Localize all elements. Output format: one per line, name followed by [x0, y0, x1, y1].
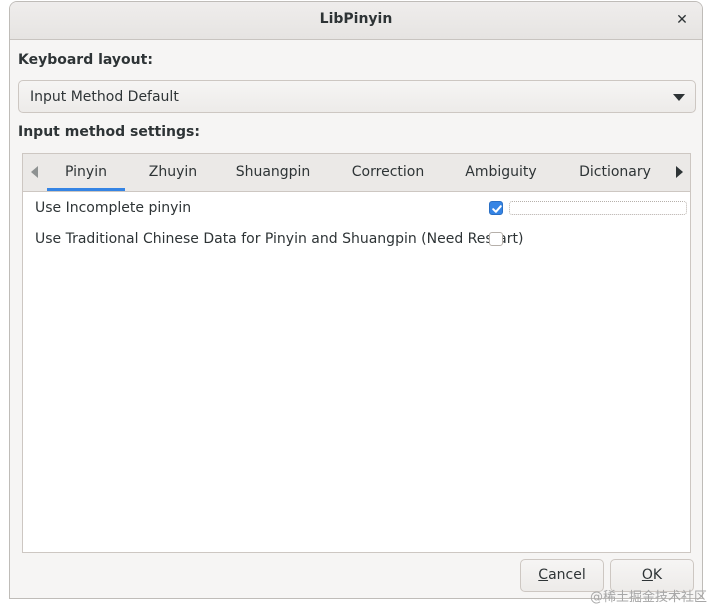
- cancel-label: ancel: [548, 567, 586, 583]
- titlebar: LibPinyin ✕: [10, 2, 702, 40]
- tab-correction[interactable]: Correction: [337, 154, 439, 191]
- ok-label: K: [652, 567, 663, 583]
- input-method-settings-label: Input method settings:: [18, 124, 200, 140]
- incomplete-pinyin-label: Use Incomplete pinyin: [35, 200, 192, 216]
- dialog-window: LibPinyin ✕ Keyboard layout: Input Metho…: [9, 1, 703, 599]
- option-trough: [509, 201, 687, 215]
- incomplete-pinyin-checkbox[interactable]: [489, 201, 503, 215]
- traditional-chinese-label: Use Traditional Chinese Data for Pinyin …: [35, 231, 524, 247]
- tab-shuangpin[interactable]: Shuangpin: [223, 154, 323, 191]
- keyboard-layout-combo[interactable]: Input Method Default: [18, 80, 696, 113]
- tab-bar: Pinyin Zhuyin Shuangpin Correction Ambig…: [23, 154, 690, 192]
- keyboard-layout-value: Input Method Default: [30, 89, 179, 105]
- tab-dictionary[interactable]: Dictionary: [565, 154, 665, 191]
- traditional-chinese-checkbox[interactable]: [489, 232, 503, 246]
- chevron-down-icon: [673, 94, 685, 101]
- tab-ambiguity[interactable]: Ambiguity: [453, 154, 549, 191]
- tab-zhuyin[interactable]: Zhuyin: [135, 154, 211, 191]
- tab-pinyin[interactable]: Pinyin: [47, 154, 125, 191]
- close-icon[interactable]: ✕: [670, 8, 694, 32]
- keyboard-layout-label: Keyboard layout:: [18, 52, 153, 68]
- chevron-right-icon[interactable]: [676, 166, 683, 178]
- ok-mnemonic: O: [641, 567, 653, 583]
- checkmark-icon: [492, 205, 502, 213]
- window-title: LibPinyin: [319, 11, 393, 27]
- settings-notebook: Pinyin Zhuyin Shuangpin Correction Ambig…: [22, 153, 691, 553]
- chevron-left-icon[interactable]: [31, 166, 38, 178]
- watermark: @稀土掘金技术社区: [589, 590, 707, 605]
- cancel-mnemonic: C: [538, 567, 549, 583]
